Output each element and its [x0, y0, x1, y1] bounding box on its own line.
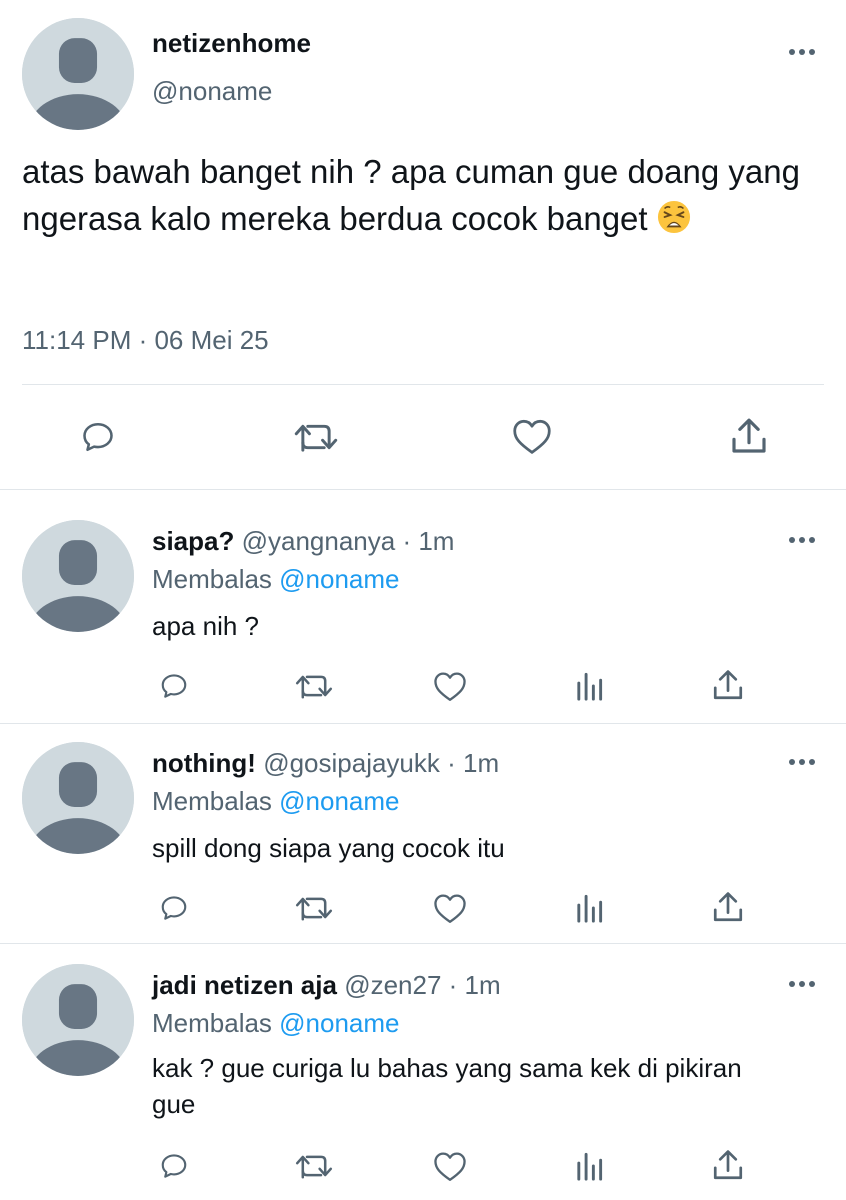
share-icon: [713, 670, 743, 700]
share-button[interactable]: [710, 1146, 746, 1184]
more-options-button[interactable]: [786, 42, 818, 62]
heart-icon: [434, 672, 466, 701]
author-handle[interactable]: @noname: [152, 76, 272, 107]
like-button[interactable]: [430, 668, 470, 704]
reply-handle-time[interactable]: @gosipajayukk · 1m: [263, 748, 499, 778]
analytics-button[interactable]: [572, 1148, 606, 1184]
reply-button[interactable]: [76, 417, 120, 457]
mention-link[interactable]: @noname: [279, 1008, 399, 1038]
replying-to-prefix: Membalas: [152, 786, 280, 816]
retweet-icon: [294, 424, 338, 452]
tweet-timestamp[interactable]: 11:14 PM · 06 Mei 25: [22, 325, 269, 356]
reply-icon: [161, 1154, 187, 1178]
reply-handle-time[interactable]: @yangnanya · 1m: [242, 526, 455, 556]
analytics-button[interactable]: [572, 668, 606, 704]
default-avatar-icon: [22, 964, 134, 1076]
reply-handle-time[interactable]: @zen27 · 1m: [344, 970, 500, 1000]
reply-button[interactable]: [154, 1148, 194, 1184]
tweet-text: atas bawah banget nih ? apa cuman gue do…: [22, 148, 832, 242]
retweet-button[interactable]: [292, 1150, 336, 1182]
like-button[interactable]: [430, 890, 470, 926]
reply-button[interactable]: [154, 668, 194, 704]
heart-icon: [434, 894, 466, 923]
author-display-name[interactable]: netizenhome: [152, 28, 311, 59]
more-icon: [789, 49, 815, 55]
divider: [22, 384, 824, 385]
share-button[interactable]: [728, 414, 770, 458]
share-button[interactable]: [710, 888, 746, 926]
reply-text: kak ? gue curiga lu bahas yang sama kek …: [152, 1053, 742, 1119]
analytics-icon: [577, 894, 603, 923]
reply-tweet[interactable]: nothing! @gosipajayukk · 1m Membalas @no…: [0, 724, 846, 944]
avatar[interactable]: [22, 742, 134, 854]
heart-icon: [434, 1152, 466, 1181]
reply-icon: [83, 422, 113, 452]
reply-header: jadi netizen aja @zen27 · 1m: [152, 970, 501, 1001]
more-icon: [789, 537, 815, 543]
retweet-button[interactable]: [292, 670, 336, 702]
default-avatar-icon: [22, 520, 134, 632]
retweet-icon: [295, 897, 333, 921]
reply-author-name[interactable]: nothing!: [152, 748, 256, 778]
avatar[interactable]: [22, 18, 134, 130]
more-options-button[interactable]: [786, 752, 818, 772]
analytics-button[interactable]: [572, 890, 606, 926]
replying-to-prefix: Membalas: [152, 1008, 280, 1038]
retweet-icon: [295, 1155, 333, 1179]
more-options-button[interactable]: [786, 974, 818, 994]
like-button[interactable]: [510, 415, 554, 457]
heart-icon: [513, 419, 551, 454]
analytics-icon: [577, 1152, 603, 1181]
share-button[interactable]: [710, 666, 746, 704]
more-options-button[interactable]: [786, 530, 818, 550]
replying-to-prefix: Membalas: [152, 564, 280, 594]
replying-to: Membalas @noname: [152, 564, 400, 595]
replying-to: Membalas @noname: [152, 1008, 400, 1039]
retweet-button[interactable]: [292, 892, 336, 924]
more-icon: [789, 981, 815, 987]
mention-link[interactable]: @noname: [279, 564, 399, 594]
reply-tweet[interactable]: jadi netizen aja @zen27 · 1m Membalas @n…: [0, 944, 846, 1200]
avatar[interactable]: [22, 520, 134, 632]
share-icon: [713, 1150, 743, 1180]
reply-icon: [161, 896, 187, 920]
default-avatar-icon: [22, 18, 134, 130]
reply-header: nothing! @gosipajayukk · 1m: [152, 748, 499, 779]
share-icon: [713, 892, 743, 922]
retweet-icon: [295, 675, 333, 699]
retweet-button[interactable]: [292, 417, 340, 457]
mention-link[interactable]: @noname: [279, 786, 399, 816]
reply-author-name[interactable]: siapa?: [152, 526, 234, 556]
reply-tweet[interactable]: siapa? @yangnanya · 1m Membalas @noname …: [0, 490, 846, 723]
analytics-icon: [577, 672, 603, 701]
reply-author-name[interactable]: jadi netizen aja: [152, 970, 337, 1000]
default-avatar-icon: [22, 742, 134, 854]
more-icon: [789, 759, 815, 765]
reply-header: siapa? @yangnanya · 1m: [152, 526, 454, 557]
reply-icon: [161, 674, 187, 698]
reply-text: apa nih ?: [152, 611, 259, 641]
replying-to: Membalas @noname: [152, 786, 400, 817]
avatar[interactable]: [22, 964, 134, 1076]
reply-text: spill dong siapa yang cocok itu: [152, 833, 505, 863]
share-icon: [732, 418, 766, 453]
reply-button[interactable]: [154, 890, 194, 926]
like-button[interactable]: [430, 1148, 470, 1184]
weary-face-emoji-icon: [657, 200, 690, 234]
